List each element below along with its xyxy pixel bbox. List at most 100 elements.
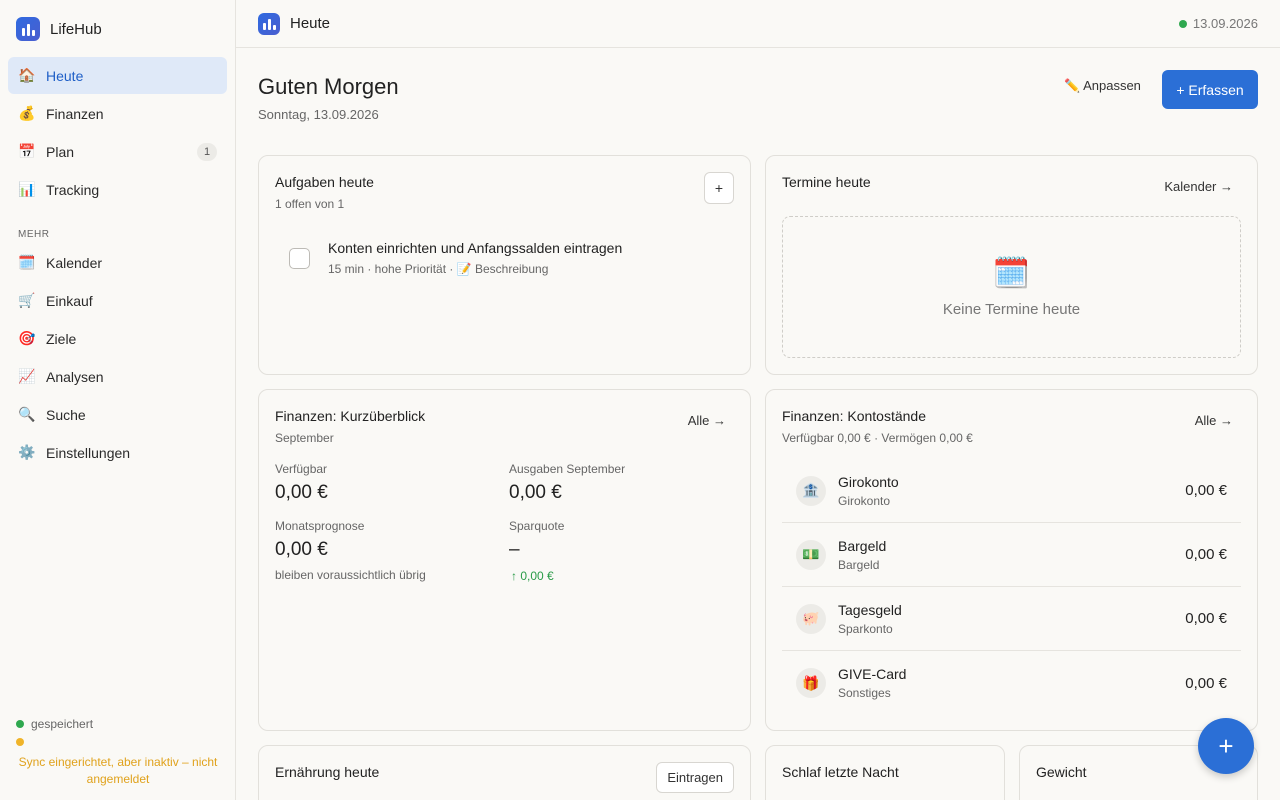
sidebar-item-label: Einkauf [46,292,93,309]
cash-icon: 💵 [796,539,826,570]
sidebar-item-einstellungen[interactable]: ⚙️ Einstellungen [8,434,227,471]
save-status: gespeichert [16,716,220,732]
warning-dot-icon [16,738,24,746]
task-checkbox[interactable] [289,248,310,269]
online-dot-icon [1178,19,1187,28]
add-task-button[interactable]: + [704,172,734,204]
bank-icon: 🏦 [796,475,826,506]
expenses-label: Ausgaben September [509,462,626,476]
nav-section-more: MEHR [18,229,50,240]
card-title: Finanzen: Kontostände [782,408,926,424]
finance-overview-card: Finanzen: Kurzüberblick September Alle →… [258,389,751,731]
cart-icon: 🛒 [18,292,36,308]
sync-status: gespeichert Sync eingerichtet, aber inak… [16,716,220,788]
account-info: Tagesgeld Sparkonto [838,602,902,636]
account-name: Bargeld [838,537,887,554]
status-dot-icon [16,720,24,728]
sidebar: LifeHub 🏠 Heute 💰 Finanzen 📅 Plan 1 📊 Tr… [0,0,236,800]
sidebar-item-finanzen[interactable]: 💰 Finanzen [8,95,227,132]
account-info: Girokonto Girokonto [838,474,899,508]
header-date: 13.09.2026 [1178,16,1258,31]
forecast-label: Monatsprognose [275,519,365,533]
sleep-card: Schlaf letzte Nacht [765,745,1005,800]
account-type: Bargeld [838,557,880,572]
account-amount: 0,00 € [1185,546,1227,563]
account-type: Girokonto [838,493,891,508]
count-badge: 1 [197,142,217,161]
card-subtitle: Verfügbar 0,00 € · Vermögen 0,00 € [782,431,973,445]
empty-state-text: Keine Termine heute [942,301,1081,318]
sidebar-item-label: Finanzen [46,105,104,122]
top-bar: Heute 13.09.2026 [236,0,1280,48]
sidebar-item-kalender[interactable]: 🗓️ Kalender [8,244,227,281]
balances-all-link[interactable]: Alle → [1195,413,1233,428]
target-icon: 🎯 [18,330,36,346]
savings-label: Sparquote [509,519,565,533]
search-icon: 🔍 [18,406,36,422]
account-type: Sparkonto [838,621,893,636]
account-name: Girokonto [838,473,899,490]
sync-indicator [16,734,220,750]
calendar-icon: 📅 [18,143,36,159]
sidebar-item-analysen[interactable]: 📈 Analysen [8,358,227,395]
account-row[interactable]: 💵 Bargeld Bargeld 0,00 € [782,523,1241,587]
available-label: Verfügbar [275,462,328,476]
finance-all-link[interactable]: Alle → [688,413,726,428]
quick-add-fab[interactable]: + [1198,718,1254,774]
task-item: Konten einrichten und Anfangssalden eint… [289,240,622,276]
sidebar-item-label: Suche [46,406,86,423]
account-type: Sonstiges [838,686,891,700]
card-title: Termine heute [782,174,871,190]
nutrition-card: Ernährung heute Eintragen [258,745,751,800]
forecast-value: 0,00 € [275,539,328,560]
log-nutrition-button[interactable]: Eintragen [656,762,734,793]
empty-state: 🗓️ Keine Termine heute [782,216,1241,358]
sidebar-item-suche[interactable]: 🔍 Suche [8,396,227,433]
card-title: Schlaf letzte Nacht [782,764,899,780]
header-date-text: 13.09.2026 [1192,16,1258,31]
account-amount: 0,00 € [1185,674,1227,692]
app-logo-icon [258,12,280,35]
home-icon: 🏠 [18,67,36,83]
sidebar-item-ziele[interactable]: 🎯 Ziele [8,320,227,357]
sidebar-nav: 🏠 Heute 💰 Finanzen 📅 Plan 1 📊 Tracking M… [8,57,227,472]
sidebar-item-plan[interactable]: 📅 Plan 1 [8,133,227,170]
sidebar-item-heute[interactable]: 🏠 Heute [8,57,227,94]
sidebar-item-label: Heute [46,67,84,84]
account-row[interactable]: 🎁 GIVE-Card Sonstiges 0,00 € [782,651,1241,715]
appointments-card: Termine heute Kalender → 🗓️ Keine Termin… [765,155,1258,375]
sync-status-text[interactable]: Sync eingerichtet, aber inaktiv – nicht … [16,754,220,788]
account-info: Bargeld Bargeld [838,538,886,572]
account-amount: 0,00 € [1185,610,1227,627]
brand[interactable]: LifeHub [16,17,102,41]
adjust-button[interactable]: ✏️ Anpassen [1064,78,1141,94]
task-title: Konten einrichten und Anfangssalden eint… [328,240,623,256]
capture-button[interactable]: + Erfassen [1162,70,1258,109]
card-title: Gewicht [1036,764,1087,780]
app-name: LifeHub [50,20,102,38]
card-title: Ernährung heute [275,764,380,780]
card-title: Finanzen: Kurzüberblick [275,408,426,424]
savings-delta: ↑ 0,00 € [511,569,554,583]
calendar-icon: 🗓️ [992,257,1031,290]
savings-value: – [509,539,520,560]
available-value: 0,00 € [275,482,328,503]
tasks-card: Aufgaben heute 1 offen von 1 + Konten ei… [258,155,751,375]
calendar-link[interactable]: Kalender → [1164,179,1233,194]
account-name: GIVE-Card [838,666,907,682]
sidebar-item-einkauf[interactable]: 🛒 Einkauf [8,282,227,319]
task-meta: 15 min · hohe Priorität · 📝 Beschreibung [328,262,549,276]
task-content[interactable]: Konten einrichten und Anfangssalden eint… [328,240,622,276]
account-row[interactable]: 🐖 Tagesgeld Sparkonto 0,00 € [782,587,1241,651]
sidebar-item-label: Tracking [46,181,100,198]
page-header-title: Heute [290,15,331,32]
gear-icon: ⚙️ [18,444,36,460]
account-row[interactable]: 🏦 Girokonto Girokonto 0,00 € [782,459,1241,523]
card-subtitle: September [275,431,334,445]
sidebar-item-tracking[interactable]: 📊 Tracking [8,171,227,208]
account-name: Tagesgeld [838,601,902,618]
card-subtitle: 1 offen von 1 [275,197,345,211]
page-date: Sonntag, 13.09.2026 [258,107,379,122]
piggy-bank-icon: 🐖 [796,603,826,634]
save-status-text: gespeichert [31,717,94,731]
